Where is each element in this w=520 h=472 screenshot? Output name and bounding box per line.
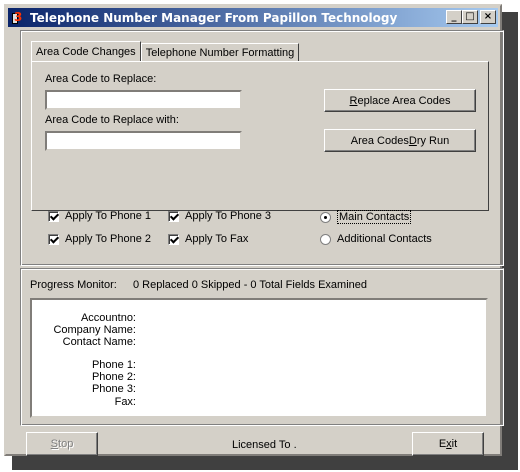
progress-summary: 0 Replaced 0 Skipped - 0 Total Fields Ex… [133,279,367,291]
maximize-button[interactable]: □ [462,10,478,24]
close-button[interactable]: × [480,10,496,24]
window-title: Telephone Number Manager From Papillon T… [30,10,398,25]
replace-area-codes-button[interactable]: Replace Area Codes [324,89,476,112]
company-name-label: Company Name: [53,324,136,336]
phone1-label: Phone 1: [91,359,136,371]
apply-phone2-checkbox[interactable]: Apply To Phone 2 [48,233,151,245]
accountno-label: Accountno: [80,312,136,324]
main-contacts-radio[interactable]: Main Contacts [320,210,412,224]
dry-run-button[interactable]: Area Codes Dry Run [324,129,476,152]
tab-label: Area Code Changes [36,45,136,58]
additional-contacts-radio[interactable]: Additional Contacts [320,233,432,245]
minimize-button[interactable]: _ [446,10,462,24]
record-info-pane: Accountno: Company Name: Contact Name: P… [30,298,488,418]
licensed-to-text: Licensed To . [232,439,297,451]
tab-area-code-changes[interactable]: Area Code Changes [31,41,141,61]
tab-panel-area-code-changes: Area Code to Replace: Area Code to Repla… [31,61,489,211]
stop-button[interactable]: Stop [26,432,98,456]
phone-app-icon: 3 [12,9,23,24]
phone2-label: Phone 2: [91,371,136,383]
exit-button[interactable]: Ex it [412,432,484,456]
radio-dot [320,233,331,245]
checkbox-box [168,233,179,245]
contact-name-label: Contact Name: [62,336,136,348]
apply-fax-checkbox[interactable]: Apply To Fax [168,233,248,245]
replace-area-code-input[interactable] [45,90,242,110]
tab-strip: Area Code Changes Telephone Number Forma… [31,41,300,61]
apply-phone1-checkbox[interactable]: Apply To Phone 1 [48,210,151,222]
window-controls: _ □ × [446,10,496,24]
main-window: 3 Telephone Number Manager From Papillon… [4,4,504,456]
phone3-label: Phone 3: [91,383,136,395]
tab-label: Telephone Number Formatting [145,46,295,59]
replace-area-code-label: Area Code to Replace: [45,73,157,85]
replace-with-input[interactable] [45,131,242,151]
checkbox-box [48,210,59,222]
progress-monitor-label: Progress Monitor: [30,279,117,291]
apply-phone3-checkbox[interactable]: Apply To Phone 3 [168,210,271,222]
checkbox-box [48,233,59,245]
title-bar[interactable]: 3 Telephone Number Manager From Papillon… [8,8,498,27]
fax-label: Fax: [114,396,136,408]
radio-dot [320,211,331,223]
checkbox-box [168,210,179,222]
tab-telephone-number-formatting[interactable]: Telephone Number Formatting [140,43,300,61]
replace-with-label: Area Code to Replace with: [45,114,179,126]
